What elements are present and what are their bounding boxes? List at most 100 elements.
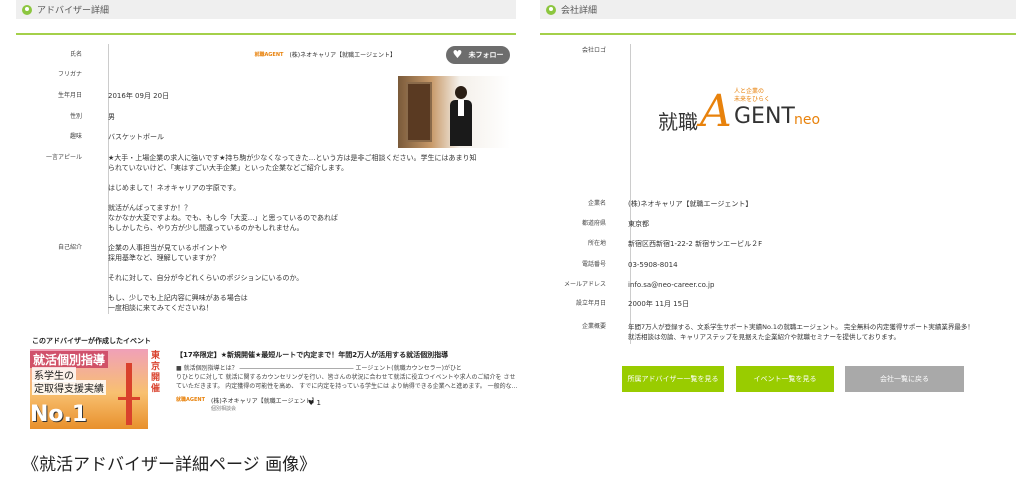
field-value: 2016年 09月 20日 bbox=[108, 92, 170, 100]
company-panel-header: 会社詳細 bbox=[540, 0, 1016, 19]
summary-text: 年間7万人が登録する、文系学生サポート実績No.1の就職エージェント。 完全無料… bbox=[618, 322, 1008, 342]
follow-button-label: 未フォロー bbox=[468, 51, 504, 59]
intro-line: 採用基準など、理解していますか？ bbox=[108, 254, 220, 262]
logo-neo: neo bbox=[794, 112, 821, 128]
field-label: 会社ロゴ bbox=[581, 47, 606, 54]
field-value: 男 bbox=[108, 113, 115, 121]
field-label: 電話番号 bbox=[581, 261, 606, 268]
field-label: 都道府県 bbox=[581, 220, 606, 227]
field-label: 生年月日 bbox=[57, 92, 82, 99]
event-footer: 就職AGENT (株)ネオキャリア【就職エージェント】 個別相談会 bbox=[176, 396, 318, 412]
logo-kanji: 就職 bbox=[658, 110, 698, 134]
field-row-furigana: フリガナ bbox=[16, 70, 94, 80]
advisor-company[interactable]: 就職AGENT (株)ネオキャリア【就職エージェント】 bbox=[254, 50, 396, 59]
event-desc-line: ていただきます。 内定獲得の可能性を高め、 すでに内定を持っている学生には より… bbox=[176, 383, 518, 390]
field-row-address: 所在地 新宿区西新宿1-22-2 新宿サンエービル２F bbox=[540, 239, 762, 249]
advisor-panel-header: アドバイザー詳細 bbox=[16, 0, 516, 19]
field-row-founded: 設立年月日 2000年 11月 15日 bbox=[540, 299, 689, 309]
company-panel-title: 会社詳細 bbox=[561, 6, 598, 16]
accent-divider bbox=[540, 33, 1016, 35]
page-caption: 《就活アドバイザー詳細ページ 画像》 bbox=[22, 455, 317, 475]
field-value: (株)ネオキャリア【就職エージェント】 bbox=[628, 200, 753, 208]
event-category: 個別相談会 bbox=[211, 406, 237, 412]
appeal-text: ★大手・上場企業の求人に強いです★持ち駒が少なくなってきた...という方は是非ご… bbox=[94, 153, 489, 233]
company-detail-panel: 会社詳細 会社ロゴ 就職 A 人と企業の 未来をひらく GENT neo 企業名… bbox=[540, 0, 1016, 400]
advisor-panel-title: アドバイザー詳細 bbox=[37, 6, 110, 16]
back-to-companies-button[interactable]: 会社一覧に戻る bbox=[845, 366, 964, 392]
intro-line: もし、少しでも上記内容に興味がある場合は bbox=[108, 294, 248, 302]
field-row-name: 氏名 bbox=[16, 50, 94, 60]
summary-line: 年間7万人が登録する、文系学生サポート実績No.1の就職エージェント。 完全無料… bbox=[628, 323, 974, 331]
event-like[interactable]: ♥ 1 bbox=[308, 399, 321, 407]
field-label: 企業名 bbox=[587, 200, 606, 207]
logo-gent: GENT bbox=[734, 104, 795, 129]
field-row-birthdate: 生年月日 2016年 09月 20日 bbox=[16, 91, 169, 101]
intro-text: 企業の人事担当が見ているポイントや 採用基準など、理解していますか？ それに対し… bbox=[94, 243, 489, 313]
follow-button[interactable]: ♥ 未フォロー bbox=[446, 46, 510, 64]
field-label: 氏名 bbox=[69, 51, 82, 58]
event-thumbnail[interactable]: 就活個別指導 系学生の 定取得支援実績 No.1 東京開催 bbox=[30, 349, 166, 429]
company-mini-logo: 就職AGENT bbox=[176, 397, 205, 403]
field-label: 所在地 bbox=[587, 240, 606, 247]
thumb-text: 就活個別指導 bbox=[30, 351, 109, 368]
field-label: 企業概要 bbox=[581, 323, 606, 330]
field-label: 性別 bbox=[69, 113, 82, 120]
logo-tag-line: 未来をひらく bbox=[734, 96, 771, 103]
event-headline-link[interactable]: 【17卒限定】★新規開催★最短ルートで内定まで！年間2万人が活用する就活個別指導 bbox=[176, 350, 448, 360]
thumb-text: No.1 bbox=[30, 402, 88, 427]
appeal-label: 一言アピール bbox=[45, 154, 82, 161]
field-value: 2000年 11月 15日 bbox=[628, 300, 690, 308]
field-label: フリガナ bbox=[57, 71, 82, 78]
photo-door bbox=[406, 82, 432, 142]
event-description: ■ 就活個別指導とは？ ――――――――――――――――――― エージェント(就… bbox=[176, 364, 521, 391]
intro-row: 自己紹介 企業の人事担当が見ているポイントや 採用基準など、理解していますか？ … bbox=[16, 243, 489, 313]
advisor-detail-panel: アドバイザー詳細 氏名 フリガナ 生年月日 2016年 09月 20日 性別 男… bbox=[16, 0, 517, 440]
tokyo-tower-graphic bbox=[118, 363, 140, 425]
field-row-phone: 電話番号 03-5908-8014 bbox=[540, 260, 678, 270]
intro-line: 一度相談に来てみてくださいね！ bbox=[108, 304, 213, 312]
company-logo: 就職 A 人と企業の 未来をひらく GENT neo bbox=[658, 84, 838, 144]
field-row-company-name: 企業名 (株)ネオキャリア【就職エージェント】 bbox=[540, 199, 752, 209]
field-row-summary: 企業概要 年間7万人が登録する、文系学生サポート実績No.1の就職エージェント。… bbox=[540, 322, 1008, 342]
field-label: 設立年月日 bbox=[575, 300, 606, 307]
heart-icon: ♥ bbox=[452, 48, 463, 61]
accent-divider bbox=[16, 33, 516, 35]
appeal-line: ★大手・上場企業の求人に強いです★持ち駒が少なくなってきた...という方は是非ご… bbox=[108, 154, 477, 162]
event-company[interactable]: (株)ネオキャリア【就職エージェント】 bbox=[211, 396, 318, 405]
advisor-photo bbox=[398, 76, 510, 148]
intro-line: それに対して、自分が今どれくらいのポジションにいるのか。 bbox=[108, 274, 304, 282]
like-count: 1 bbox=[316, 399, 321, 407]
advisor-list-button[interactable]: 所属アドバイザー一覧を見る bbox=[622, 366, 724, 392]
event-desc-line: りひとりに対して 就活に関するカウンセリングを行い、皆さんの状況に合わせて就活に… bbox=[176, 374, 516, 381]
appeal-line: 就活がんばってますか！？ bbox=[108, 204, 192, 212]
field-value: 新宿区西新宿1-22-2 新宿サンエービル２F bbox=[628, 240, 763, 248]
field-label: 趣味 bbox=[69, 133, 82, 140]
company-name-link[interactable]: (株)ネオキャリア【就職エージェント】 bbox=[289, 50, 396, 59]
appeal-line: はじめまして！ネオキャリアの宇原です。 bbox=[108, 184, 241, 192]
field-row-hobby: 趣味 バスケットボール bbox=[16, 132, 164, 142]
appeal-line: られていないけど、「実はすごい大手企業」といった企業などご紹介します。 bbox=[108, 164, 349, 172]
field-value: 東京都 bbox=[628, 220, 649, 228]
field-value: 03-5908-8014 bbox=[628, 261, 678, 269]
appeal-line: なかなか大変ですよね。でも、もし今「大変...」と思っているのであれば bbox=[108, 214, 339, 222]
field-label: メールアドレス bbox=[563, 281, 606, 288]
logo-tag-line: 人と企業の bbox=[734, 88, 765, 95]
event-section-title: このアドバイザーが作成したイベント bbox=[32, 337, 151, 345]
user-icon bbox=[22, 4, 32, 15]
intro-line: 企業の人事担当が見ているポイントや bbox=[108, 244, 227, 252]
appeal-row: 一言アピール ★大手・上場企業の求人に強いです★持ち駒が少なくなってきた...と… bbox=[16, 153, 489, 233]
field-row-gender: 性別 男 bbox=[16, 112, 115, 122]
logo-letter: A bbox=[700, 86, 732, 137]
company-mini-logo: 就職AGENT bbox=[254, 52, 284, 58]
thumb-text: 定取得支援実績 bbox=[32, 380, 106, 395]
field-value: バスケットボール bbox=[108, 133, 164, 141]
summary-line: 就活相談は勿論、キャリアステップを見据えた企業紹介や就職セミナーを提供しておりま… bbox=[628, 333, 900, 341]
field-row-prefecture: 都道府県 東京都 bbox=[540, 219, 649, 229]
field-row-logo: 会社ロゴ bbox=[540, 46, 618, 56]
event-list-button[interactable]: イベント一覧を見る bbox=[736, 366, 834, 392]
email-link[interactable]: info.sa@neo-career.co.jp bbox=[618, 280, 714, 290]
intro-label: 自己紹介 bbox=[57, 244, 82, 251]
appeal-line: もしかしたら、やり方が少し間違っているのかもしれません。 bbox=[108, 224, 304, 232]
photo-person bbox=[450, 86, 472, 146]
building-icon bbox=[546, 4, 556, 15]
